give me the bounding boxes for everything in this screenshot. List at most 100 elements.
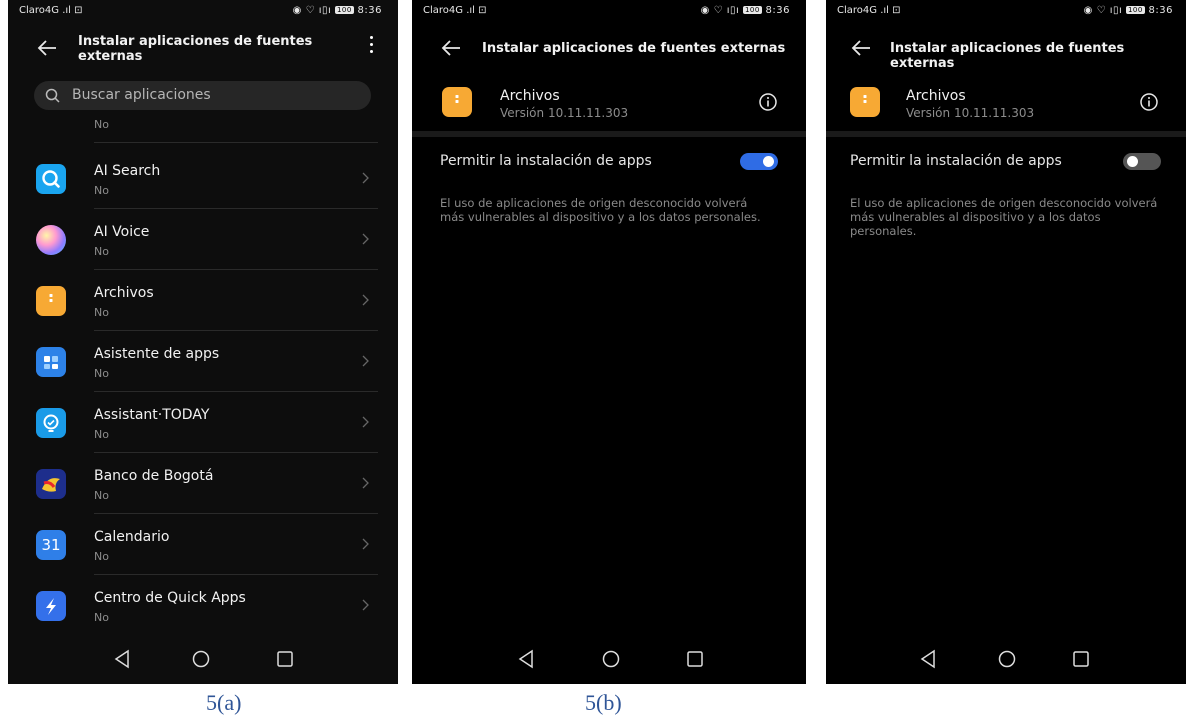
list-item-banco-de-bogota[interactable]: Banco de Bogotá No: [8, 453, 398, 514]
status-carrier: Claro4G .ıl ⊡: [837, 5, 901, 16]
navigation-bar: [412, 634, 806, 684]
app-status: No: [94, 118, 109, 131]
list-item-centro-de-quick-apps[interactable]: Centro de Quick Apps No: [8, 575, 398, 636]
chevron-right-icon: [362, 233, 369, 245]
back-arrow-icon[interactable]: [440, 38, 462, 58]
archivos-icon: [36, 286, 66, 316]
app-status: No: [94, 245, 109, 258]
nav-recents-icon[interactable]: [274, 648, 296, 670]
battery-icon: 100: [1125, 6, 1145, 14]
permission-row[interactable]: Permitir la instalación de apps: [412, 140, 806, 182]
asistente-icon: [36, 347, 66, 377]
calendar-icon: 31: [36, 530, 66, 560]
navigation-bar: [826, 634, 1186, 684]
app-version: Versión 10.11.11.303: [500, 106, 629, 120]
app-name: Archivos: [906, 88, 966, 104]
nav-recents-icon[interactable]: [684, 648, 706, 670]
battery-icon: 100: [334, 6, 354, 14]
nav-home-icon[interactable]: [190, 648, 212, 670]
archivos-icon: [442, 87, 472, 117]
chevron-right-icon: [362, 477, 369, 489]
list-item-calendario[interactable]: 31 Calendario No: [8, 514, 398, 575]
status-carrier: Claro4G .ıl ⊡: [423, 5, 487, 16]
list-item-asistente-de-apps[interactable]: Asistente de apps No: [8, 331, 398, 392]
page-title: Instalar aplicaciones de fuentes externa…: [890, 41, 1125, 71]
app-bar: Instalar aplicaciones de fuentes externa…: [8, 28, 398, 70]
back-arrow-icon[interactable]: [36, 38, 58, 58]
status-right: ◉ ♡ ı▯ı 100 8:36: [700, 5, 790, 16]
caption-b: 5(b): [585, 690, 622, 715]
permission-label: Permitir la instalación de apps: [850, 153, 1062, 169]
chevron-right-icon: [362, 538, 369, 550]
nav-back-icon[interactable]: [918, 648, 940, 670]
info-icon[interactable]: [1139, 92, 1159, 112]
nav-home-icon[interactable]: [996, 648, 1018, 670]
list-item-partial[interactable]: No: [8, 110, 398, 143]
app-status: No: [94, 489, 109, 502]
more-options-icon[interactable]: [366, 36, 376, 58]
app-name: Asistente de apps: [94, 346, 220, 362]
navigation-bar: [8, 634, 398, 684]
app-status: No: [94, 367, 109, 380]
list-item-archivos[interactable]: Archivos No: [8, 270, 398, 331]
nav-home-icon[interactable]: [600, 648, 622, 670]
list-item-ai-voice[interactable]: AI Voice No: [8, 209, 398, 270]
app-name: Archivos: [500, 88, 560, 104]
app-status: No: [94, 611, 109, 624]
permission-label: Permitir la instalación de apps: [440, 153, 652, 169]
warning-text: El uso de aplicaciones de origen descono…: [850, 196, 1158, 238]
app-status: No: [94, 550, 109, 563]
app-name: AI Search: [94, 163, 161, 179]
chevron-right-icon: [362, 416, 369, 428]
archivos-icon: [850, 87, 880, 117]
search-input[interactable]: [72, 84, 352, 106]
section-divider: [826, 131, 1186, 137]
nav-back-icon[interactable]: [112, 648, 134, 670]
info-icon[interactable]: [758, 92, 778, 112]
status-right: ◉ ♡ ı▯ı 100 8:36: [1083, 5, 1173, 16]
phone-screen-permission-disabled: Claro4G .ıl ⊡ ◉ ♡ ı▯ı 100 8:36 Instalar …: [826, 0, 1186, 684]
battery-icon: 100: [742, 6, 762, 14]
back-arrow-icon[interactable]: [850, 38, 872, 58]
app-header: Archivos Versión 10.11.11.303: [826, 80, 1186, 130]
search-icon: [45, 88, 60, 103]
nav-back-icon[interactable]: [516, 648, 538, 670]
chevron-right-icon: [362, 294, 369, 306]
search-bar[interactable]: [34, 81, 371, 110]
install-permission-toggle[interactable]: [1123, 153, 1161, 170]
page-title: Instalar aplicaciones de fuentes externa…: [482, 41, 786, 56]
page-title: Instalar aplicaciones de fuentes externa…: [78, 34, 313, 64]
permission-row[interactable]: Permitir la instalación de apps: [826, 140, 1186, 182]
ai-search-icon: [36, 164, 66, 194]
status-bar: Claro4G .ıl ⊡ ◉ ♡ ı▯ı 100 8:36: [412, 0, 806, 22]
status-right: ◉ ♡ ı▯ı 100 8:36: [292, 5, 382, 16]
app-header: Archivos Versión 10.11.11.303: [412, 80, 806, 130]
list-item-assistant-today[interactable]: Assistant·TODAY No: [8, 392, 398, 453]
caption-a: 5(a): [206, 690, 242, 715]
app-status: No: [94, 428, 109, 441]
chevron-right-icon: [362, 172, 369, 184]
quick-apps-icon: [36, 591, 66, 621]
chevron-right-icon: [362, 599, 369, 611]
app-name: Centro de Quick Apps: [94, 590, 246, 606]
app-list: No AI Search No AI Voice No Archivos No: [8, 110, 398, 648]
assistant-today-icon: [36, 408, 66, 438]
status-bar: Claro4G .ıl ⊡ ◉ ♡ ı▯ı 100 8:36: [826, 0, 1186, 22]
phone-screen-app-list: Claro4G .ıl ⊡ ◉ ♡ ı▯ı 100 8:36 Instalar …: [8, 0, 398, 684]
app-name: Calendario: [94, 529, 170, 545]
nav-recents-icon[interactable]: [1070, 648, 1092, 670]
app-version: Versión 10.11.11.303: [906, 106, 1035, 120]
app-bar: Instalar aplicaciones de fuentes externa…: [826, 28, 1186, 71]
ai-voice-icon: [36, 225, 66, 255]
phone-screen-permission-enabled: Claro4G .ıl ⊡ ◉ ♡ ı▯ı 100 8:36 Instalar …: [412, 0, 806, 684]
list-item-ai-search[interactable]: AI Search No: [8, 148, 398, 209]
chevron-right-icon: [362, 355, 369, 367]
app-name: Archivos: [94, 285, 154, 301]
section-divider: [412, 131, 806, 137]
install-permission-toggle[interactable]: [740, 153, 778, 170]
app-status: No: [94, 184, 109, 197]
app-name: Banco de Bogotá: [94, 468, 214, 484]
banco-icon: [36, 469, 66, 499]
status-carrier: Claro4G .ıl ⊡: [19, 5, 83, 16]
warning-text: El uso de aplicaciones de origen descono…: [440, 196, 761, 224]
